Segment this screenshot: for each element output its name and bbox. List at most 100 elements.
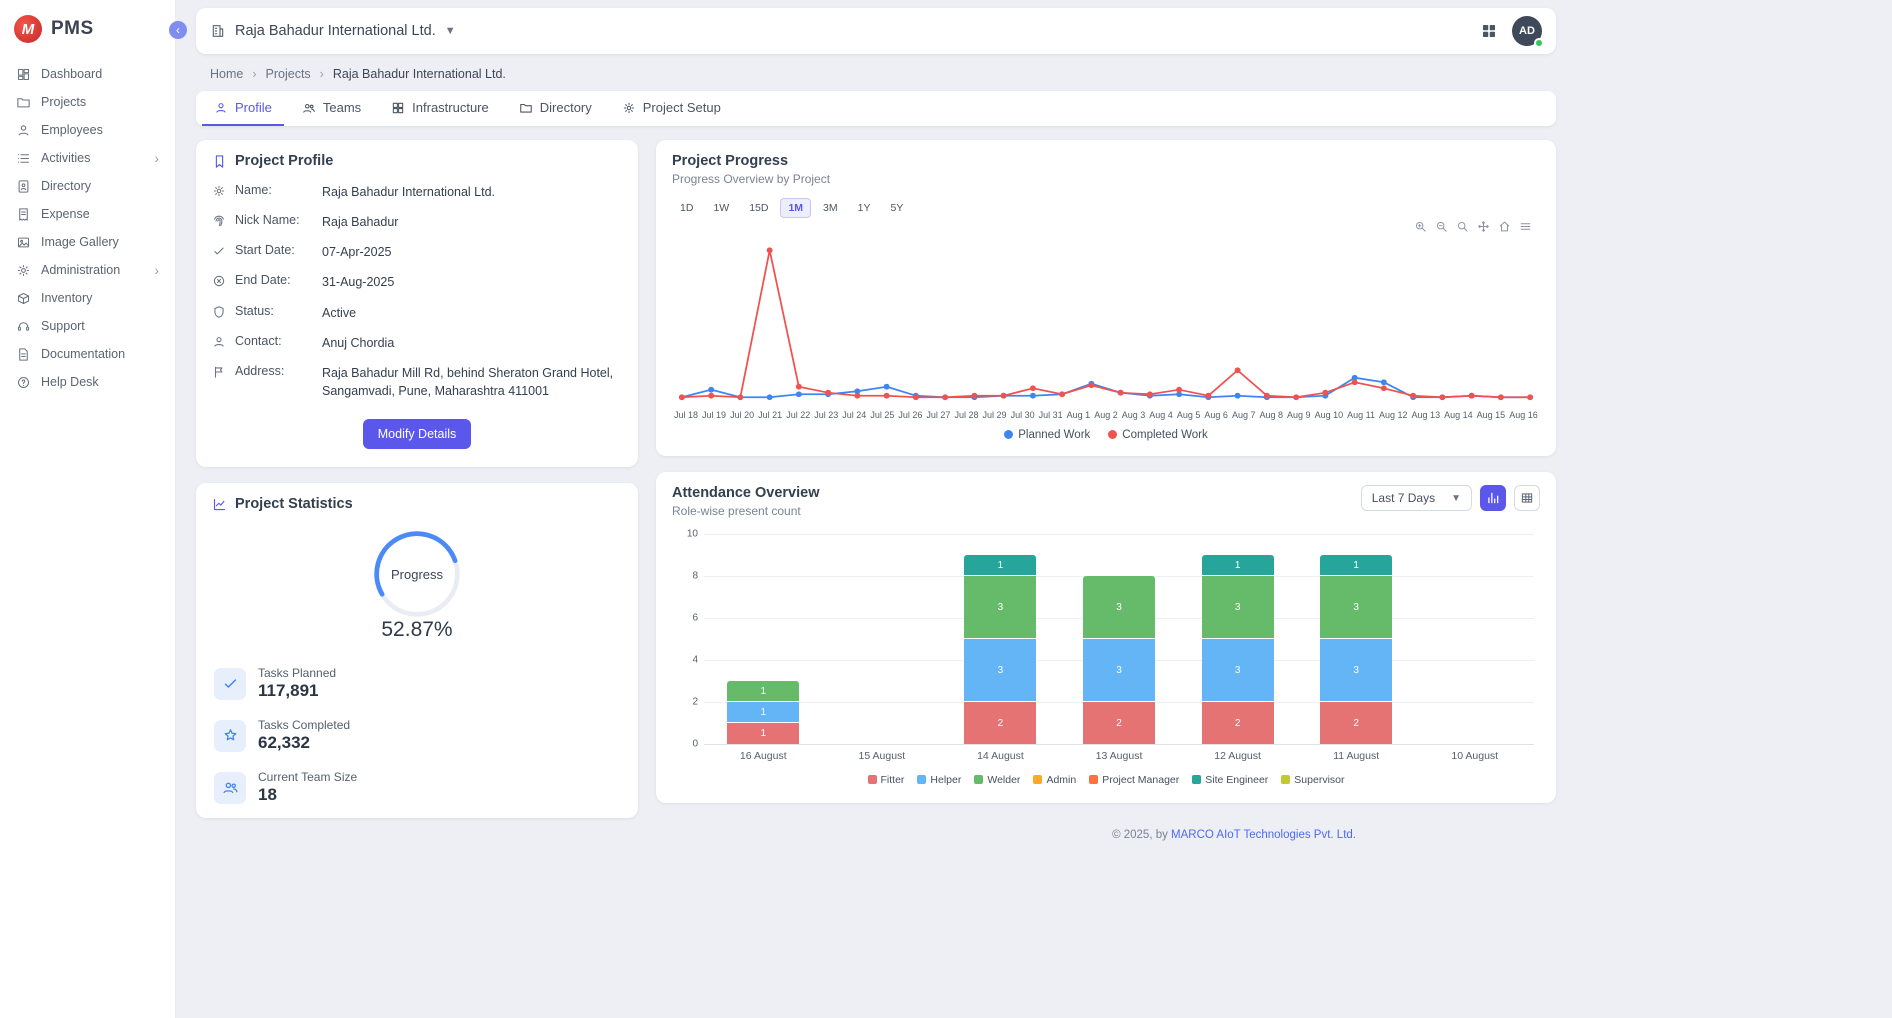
range-1d-button[interactable]: 1D [672,198,701,218]
tab-infrastructure[interactable]: Infrastructure [379,91,501,126]
avatar-initials: AD [1519,25,1535,37]
x-tick-label: Aug 10 [1315,410,1344,420]
bar-segment[interactable]: 1 [1320,555,1392,576]
table-view-button[interactable] [1514,485,1540,511]
legend-item[interactable]: Welder [974,774,1020,786]
sidebar-item-support[interactable]: Support [0,312,175,340]
bar-segment[interactable]: 1 [727,681,799,702]
data-point [884,393,890,399]
range-1w-button[interactable]: 1W [705,198,737,218]
tab-directory[interactable]: Directory [507,91,604,126]
data-point [1118,390,1124,396]
sidebar-item-image-gallery[interactable]: Image Gallery [0,228,175,256]
bar-segment[interactable]: 3 [964,639,1036,702]
bar-segment[interactable]: 3 [964,576,1036,639]
bar-segment[interactable]: 2 [964,702,1036,744]
legend-item[interactable]: Planned Work [1004,429,1090,441]
range-5y-button[interactable]: 5Y [882,198,911,218]
sidebar-item-label: Projects [41,95,86,109]
user-avatar[interactable]: AD [1512,16,1542,46]
x-tick-label: Aug 7 [1232,410,1256,420]
chevron-right-icon: › [252,67,256,81]
menu-icon[interactable] [1519,220,1532,233]
sidebar-item-dashboard[interactable]: Dashboard [0,60,175,88]
stat-value: 62,332 [258,733,350,753]
bar-segment[interactable]: 3 [1202,639,1274,702]
bar-segment[interactable]: 3 [1202,576,1274,639]
legend-item[interactable]: Site Engineer [1192,774,1268,786]
sidebar-item-projects[interactable]: Projects [0,88,175,116]
legend-item[interactable]: Helper [917,774,961,786]
bar-segment[interactable]: 3 [1083,639,1155,702]
sidebar-item-activities[interactable]: Activities › [0,144,175,172]
range-3m-button[interactable]: 3M [815,198,846,218]
range-1m-button[interactable]: 1M [780,198,811,218]
bar-segment[interactable]: 2 [1083,702,1155,744]
bar-segment[interactable]: 1 [1202,555,1274,576]
breadcrumb-home[interactable]: Home [210,67,243,81]
sidebar-collapse-button[interactable]: ‹ [169,21,187,39]
legend-item[interactable]: Completed Work [1108,429,1207,441]
bar-segment[interactable]: 3 [1320,639,1392,702]
x-tick-label: 12 August [1178,750,1297,762]
zoom-icon[interactable] [1456,220,1469,233]
logo[interactable]: M PMS [0,0,175,56]
modify-details-button[interactable]: Modify Details [363,419,472,449]
line-chart[interactable] [672,235,1540,407]
range-1y-button[interactable]: 1Y [850,198,879,218]
chevron-right-icon: › [154,151,159,165]
company-selector[interactable]: Raja Bahadur International Ltd. ▼ [210,23,456,39]
breadcrumb: Home › Projects › Raja Bahadur Internati… [196,54,1556,91]
sidebar-item-employees[interactable]: Employees [0,116,175,144]
bar-chart-view-button[interactable] [1480,485,1506,511]
breadcrumb-projects[interactable]: Projects [266,67,311,81]
sidebar-item-directory[interactable]: Directory [0,172,175,200]
bar-segment[interactable]: 2 [1320,702,1392,744]
zoom-in-icon[interactable] [1414,220,1427,233]
zoom-out-icon[interactable] [1435,220,1448,233]
chevron-right-icon: › [154,263,159,277]
x-tick-label: Aug 13 [1412,410,1441,420]
tab-teams[interactable]: Teams [290,91,373,126]
bar-segment[interactable]: 3 [1083,576,1155,639]
bar-segment[interactable]: 1 [964,555,1036,576]
footer-brand-link[interactable]: MARCO AIoT Technologies Pvt. Ltd. [1171,829,1356,841]
bar-segment[interactable]: 1 [727,723,799,744]
bar-column: 111 [704,534,823,744]
stat-list: Tasks Planned 117,891 Tasks Completed 62… [212,666,622,805]
stat-tasks-planned: Tasks Planned 117,891 [214,666,620,701]
line-series [682,250,1530,397]
sidebar-item-expense[interactable]: Expense [0,200,175,228]
date-range-select[interactable]: Last 7 Days ▼ [1361,485,1472,511]
legend-swatch [868,775,877,784]
sidebar-item-documentation[interactable]: Documentation [0,340,175,368]
sidebar-item-administration[interactable]: Administration › [0,256,175,284]
admin-gear-icon [16,263,31,278]
data-point [767,247,773,253]
fingerprint-icon [212,214,226,228]
sidebar-item-inventory[interactable]: Inventory [0,284,175,312]
apps-grid-icon[interactable] [1480,22,1498,40]
pan-icon[interactable] [1477,220,1490,233]
tab-project-setup[interactable]: Project Setup [610,91,733,126]
field-label: Name: [235,183,313,197]
legend-item[interactable]: Admin [1033,774,1076,786]
sidebar-item-help-desk[interactable]: Help Desk [0,368,175,396]
bar-segment[interactable]: 1 [727,702,799,723]
legend-item[interactable]: Supervisor [1281,774,1344,786]
bar-segment[interactable]: 2 [1202,702,1274,744]
tab-profile[interactable]: Profile [202,91,284,126]
progress-gauge: Progress [369,526,465,622]
range-15d-button[interactable]: 15D [741,198,776,218]
bar-column: 2331 [941,534,1060,744]
data-point [679,394,685,400]
image-icon [16,235,31,250]
legend-item[interactable]: Fitter [868,774,905,786]
tab-bar: Profile Teams Infrastructure Directory P… [196,91,1556,126]
legend-item[interactable]: Project Manager [1089,774,1179,786]
data-point [1527,394,1533,400]
x-tick-label: Jul 24 [842,410,866,420]
data-point [1469,393,1475,399]
home-icon[interactable] [1498,220,1511,233]
bar-segment[interactable]: 3 [1320,576,1392,639]
